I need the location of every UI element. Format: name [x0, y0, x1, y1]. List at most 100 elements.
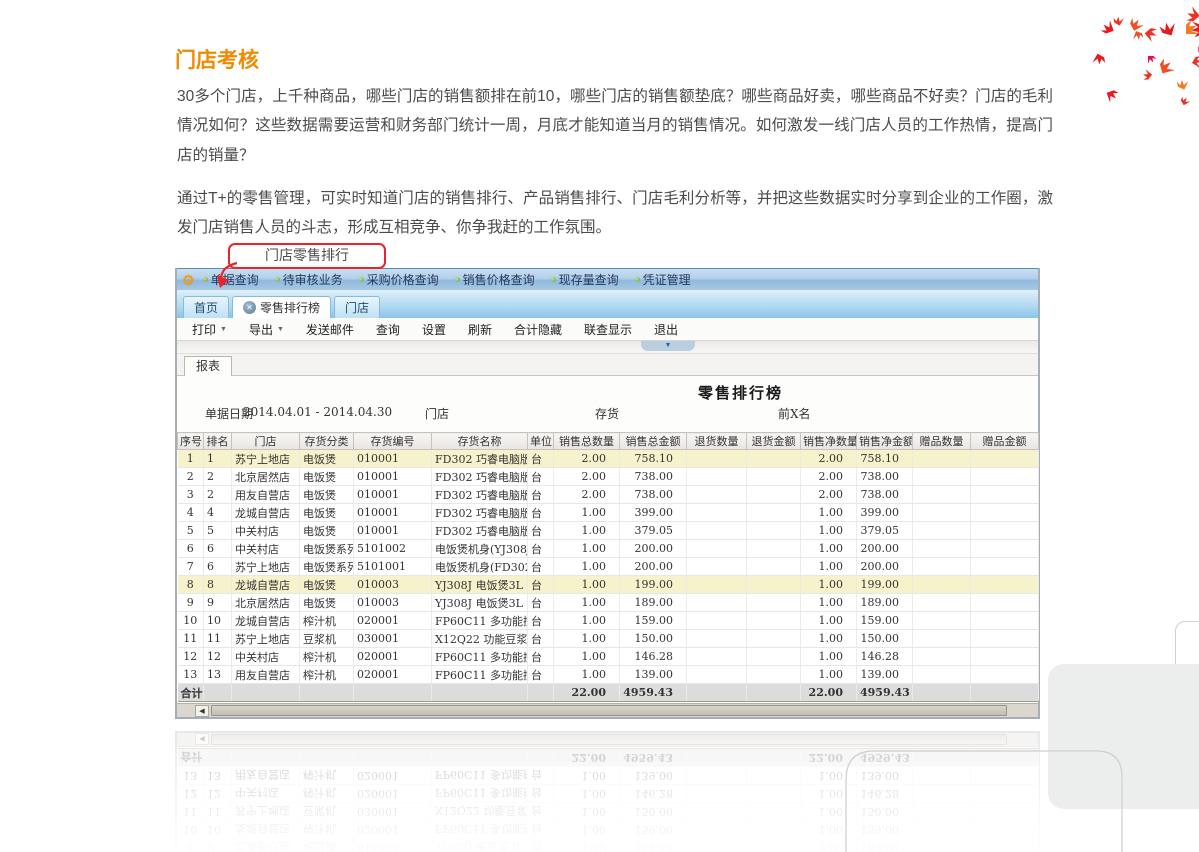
table-cell: [687, 666, 747, 684]
total-cell: [747, 749, 801, 767]
table-cell: YJ308J 电饭煲3L: [432, 839, 528, 852]
gear-icon[interactable]: ⚙: [182, 270, 195, 290]
table-cell: 13: [178, 767, 204, 785]
scroll-left-icon[interactable]: ◀: [195, 705, 209, 717]
total-label: 合计: [178, 684, 204, 702]
table-cell: 1.00: [554, 666, 620, 684]
toolbar: 打印▼导出▼ 发送邮件查询设置刷新合计隐藏联查显示退出: [177, 318, 1038, 341]
column-header[interactable]: 排名: [204, 433, 232, 450]
tab-report[interactable]: 报表: [184, 356, 232, 376]
table-cell: 150.00: [620, 803, 687, 821]
table-row[interactable]: 22北京居然店电饭煲010001FD302 巧睿电脑版...台2.00738.0…: [178, 468, 1039, 486]
column-header[interactable]: 存货名称: [432, 433, 528, 450]
toolbar-button[interactable]: 打印▼: [181, 321, 238, 338]
table-cell: 738.00: [620, 468, 687, 486]
table-cell: 龙城自营店: [232, 504, 300, 522]
collapse-panel-handle[interactable]: ▼: [641, 341, 695, 351]
toolbar-button-label: 发送邮件: [306, 321, 354, 338]
table-cell: 12: [178, 648, 204, 666]
total-cell: 22.00: [801, 749, 857, 767]
menu-item[interactable]: 销售价格查询: [455, 271, 535, 288]
table-cell: [747, 522, 801, 540]
table-row[interactable]: 88龙城自营店电饭煲010003YJ308J 电饭煲3L台1.00199.001…: [178, 576, 1039, 594]
maple-leaf-icon: [1121, 0, 1157, 31]
menu-item[interactable]: 现存量查询: [551, 271, 619, 288]
menu-item[interactable]: 采购价格查询: [359, 271, 439, 288]
table-cell: [747, 540, 801, 558]
scrollbar-thumb[interactable]: [211, 705, 1007, 716]
table-cell: 379.05: [857, 522, 913, 540]
table-cell: 用友自营店: [232, 767, 300, 785]
table-cell: 189.00: [857, 839, 913, 852]
paragraph-1: 30多个门店，上千种商品，哪些门店的销售额排在前10，哪些门店的销售额垫底？哪些…: [177, 82, 1053, 171]
column-header[interactable]: 销售总数量: [554, 433, 620, 450]
table-cell: X12Q22 功能豆浆...: [432, 630, 528, 648]
table-row[interactable]: 11苏宁上地店电饭煲010001FD302 巧睿电脑版...台2.00758.1…: [178, 450, 1039, 468]
close-icon[interactable]: ✕: [243, 301, 256, 314]
table-cell: 2.00: [801, 486, 857, 504]
table-cell: 1.00: [554, 821, 620, 839]
column-header[interactable]: 退货金额: [747, 433, 801, 450]
table-cell: 738.00: [857, 468, 913, 486]
table-cell: [747, 468, 801, 486]
table-row[interactable]: 32用友自营店电饭煲010001FD302 巧睿电脑版...台2.00738.0…: [178, 486, 1039, 504]
column-header[interactable]: 单位: [528, 433, 554, 450]
table-row[interactable]: 44龙城自营店电饭煲010001FD302 巧睿电脑版...台1.00399.0…: [178, 504, 1039, 522]
toolbar-button[interactable]: 设置: [411, 321, 457, 338]
chevron-down-icon: ▼: [277, 326, 284, 333]
table-row[interactable]: 1111苏宁上地店豆浆机030001X12Q22 功能豆浆...台1.00150…: [178, 630, 1039, 648]
table-row[interactable]: 99北京居然店电饭煲010003YJ308J 电饭煲3L台1.00189.001…: [178, 594, 1039, 612]
column-header[interactable]: 赠品数量: [913, 433, 971, 450]
table-row[interactable]: 76苏宁上地店电饭煲系列5101001电饭煲机身(FD302)台1.00200.…: [178, 558, 1039, 576]
tab-item[interactable]: 首页: [183, 296, 229, 318]
table-cell: [747, 612, 801, 630]
column-header[interactable]: 赠品金额: [971, 433, 1039, 450]
table-cell: [913, 666, 971, 684]
table-row[interactable]: 66中关村店电饭煲系列5101002电饭煲机身(YJ308J)台1.00200.…: [178, 540, 1039, 558]
table-cell: [971, 576, 1039, 594]
chevron-down-icon: ▼: [220, 326, 227, 333]
table-row: 1313用友自营店榨汁机020001FP60C11 多功能搅...台1.0013…: [178, 767, 1039, 785]
toolbar-button[interactable]: 联查显示: [573, 321, 643, 338]
table-cell: 台: [528, 666, 554, 684]
menu-item[interactable]: 凭证管理: [635, 271, 691, 288]
column-header[interactable]: 门店: [232, 433, 300, 450]
table-row[interactable]: 1212中关村店榨汁机020001FP60C11 多功能搅...台1.00146…: [178, 648, 1039, 666]
tab-item[interactable]: 门店: [334, 296, 380, 318]
total-cell: [204, 684, 232, 702]
toolbar-button[interactable]: 刷新: [457, 321, 503, 338]
menu-item[interactable]: 单据查询: [203, 271, 259, 288]
column-header[interactable]: 序号: [178, 433, 204, 450]
table-row[interactable]: 1313用友自营店榨汁机020001FP60C11 多功能搅...台1.0013…: [178, 666, 1039, 684]
table-cell: 1.00: [801, 630, 857, 648]
toolbar-button[interactable]: 导出▼: [238, 321, 295, 338]
column-header[interactable]: 销售净数量: [801, 433, 857, 450]
table-total-row: 合计22.004959.4322.004959.43: [178, 684, 1039, 702]
maple-leaf-icon: [1166, 16, 1199, 54]
filter-value[interactable]: 2014.04.01 - 2014.04.30: [243, 405, 392, 419]
column-header[interactable]: 存货编号: [354, 433, 432, 450]
table-row[interactable]: 55中关村店电饭煲010001FD302 巧睿电脑版...台1.00379.05…: [178, 522, 1039, 540]
tab-active[interactable]: ✕零售排行榜: [232, 296, 331, 318]
table-cell: [687, 486, 747, 504]
horizontal-scrollbar[interactable]: ◀: [177, 703, 1038, 717]
table-cell: 用友自营店: [232, 666, 300, 684]
column-header[interactable]: 存货分类: [300, 433, 354, 450]
toolbar-button[interactable]: 合计隐藏: [503, 321, 573, 338]
toolbar-button[interactable]: 退出: [643, 321, 689, 338]
table-cell: 台: [528, 821, 554, 839]
table-cell: [747, 594, 801, 612]
total-cell: [432, 684, 528, 702]
table-cell: 159.00: [857, 612, 913, 630]
table-cell: [913, 630, 971, 648]
table-row[interactable]: 1010龙城自营店榨汁机020001FP60C11 多功能搅...台1.0015…: [178, 612, 1039, 630]
column-header[interactable]: 销售净金额: [857, 433, 913, 450]
table-cell: 龙城自营店: [232, 576, 300, 594]
table-cell: 9: [178, 839, 204, 852]
toolbar-button[interactable]: 查询: [365, 321, 411, 338]
table-cell: 146.28: [620, 785, 687, 803]
column-header[interactable]: 退货数量: [687, 433, 747, 450]
menu-item[interactable]: 待审核业务: [275, 271, 343, 288]
toolbar-button[interactable]: 发送邮件: [295, 321, 365, 338]
column-header[interactable]: 销售总金额: [620, 433, 687, 450]
